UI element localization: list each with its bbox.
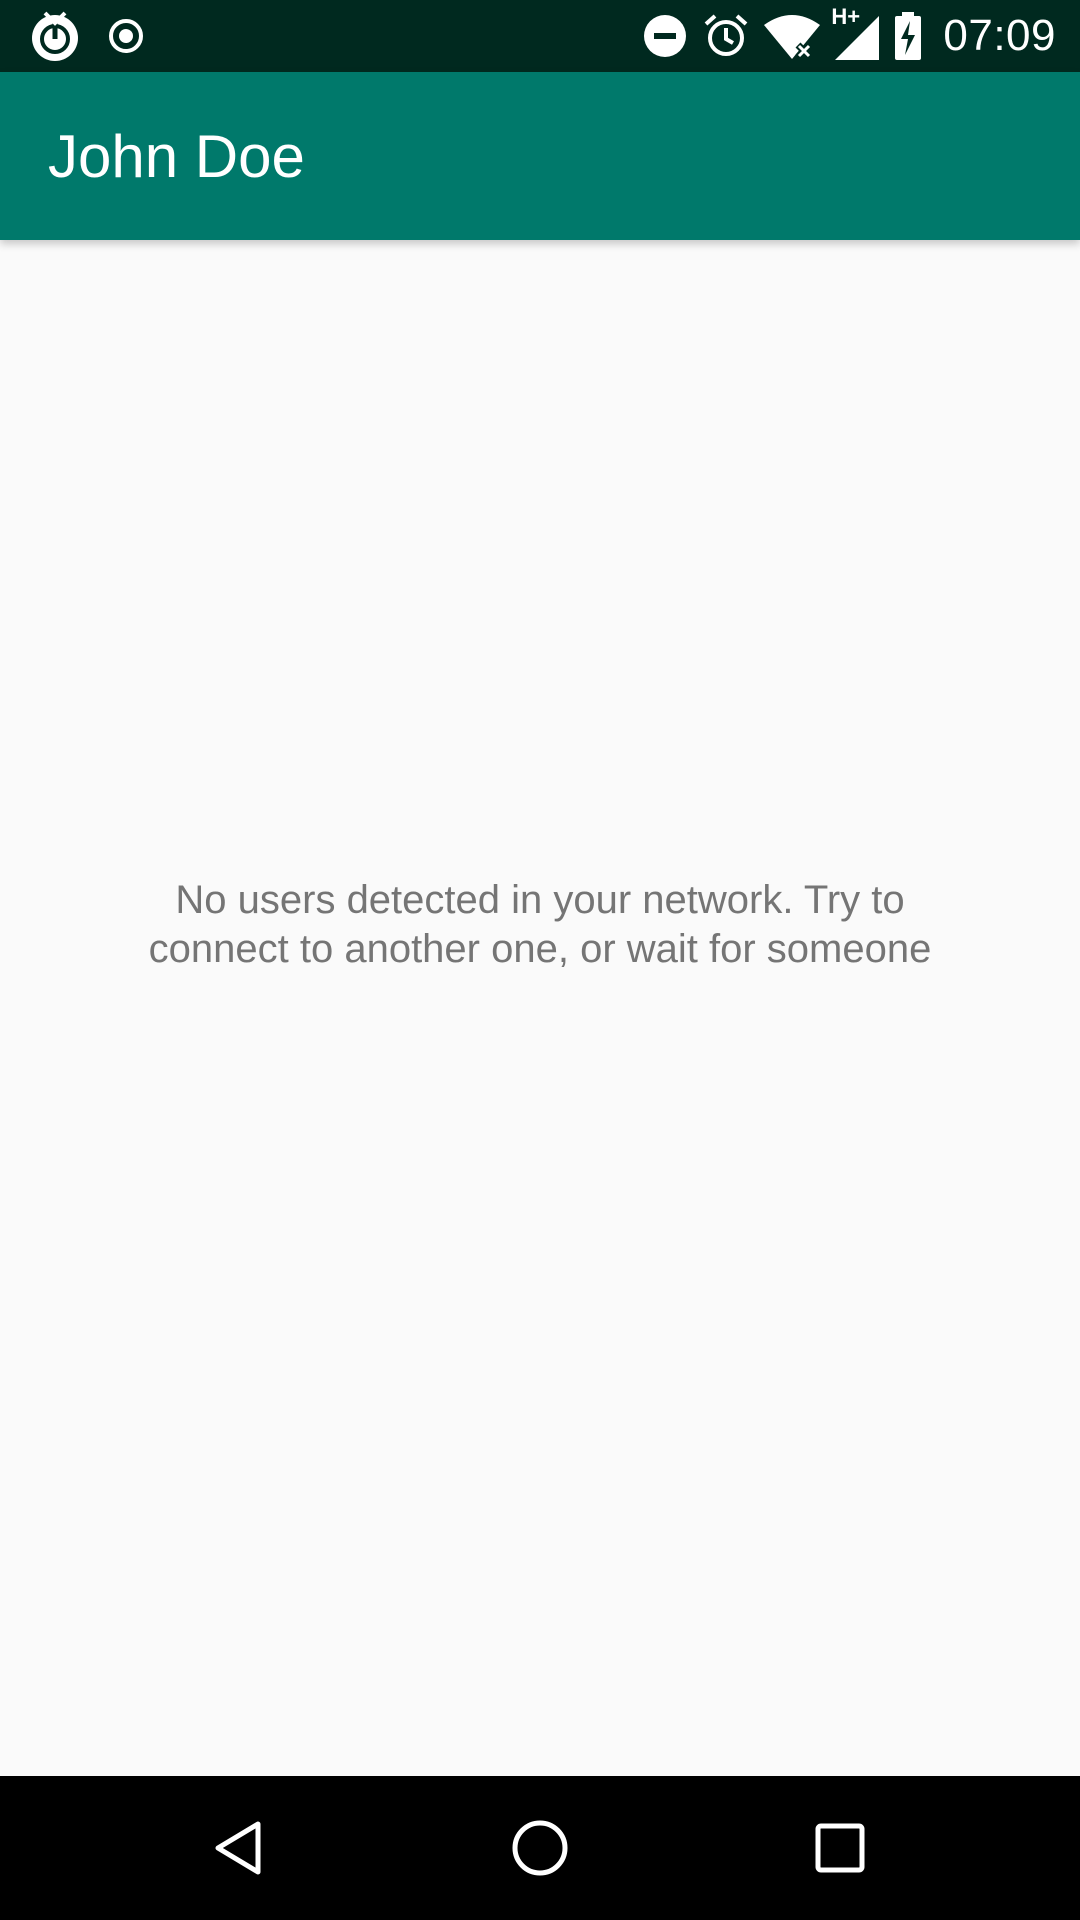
- recents-button[interactable]: [768, 1776, 912, 1920]
- status-left-icons: [28, 0, 146, 72]
- status-time: 07:09: [943, 11, 1056, 60]
- empty-state-message: No users detected in your network. Try t…: [148, 878, 932, 971]
- back-icon: [215, 1821, 261, 1875]
- do-not-disturb-icon: [641, 12, 689, 60]
- main-content: No users detected in your network. Try t…: [0, 240, 1080, 1776]
- app-notification-icon: [28, 9, 82, 63]
- alarm-icon: [701, 11, 751, 61]
- page-title: John Doe: [48, 122, 305, 190]
- status-right-icons: H+ 07:09: [641, 0, 1056, 72]
- home-button[interactable]: [468, 1776, 612, 1920]
- home-icon: [512, 1820, 568, 1876]
- mobile-signal-icon: H+: [831, 6, 881, 64]
- back-button[interactable]: [168, 1776, 312, 1920]
- battery-charging-icon: [893, 11, 923, 61]
- recents-icon: [815, 1823, 865, 1873]
- navigation-bar: [0, 1776, 1080, 1920]
- app-bar: John Doe: [0, 72, 1080, 240]
- status-bar: H+ 07:09: [0, 0, 1080, 72]
- record-icon: [106, 16, 146, 56]
- wifi-off-icon: [763, 11, 821, 61]
